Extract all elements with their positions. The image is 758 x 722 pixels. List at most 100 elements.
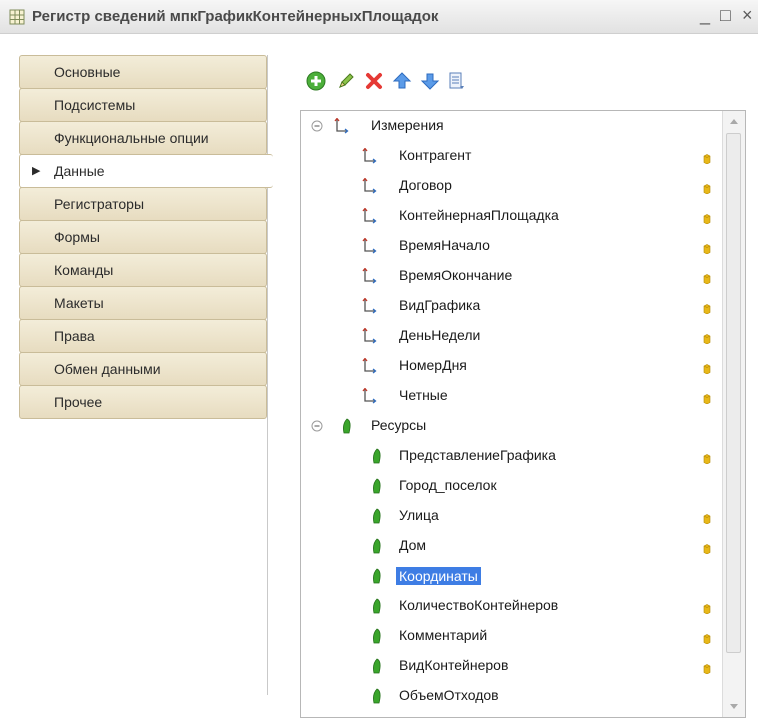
- tree-item-resource[interactable]: ВидКонтейнеров: [301, 651, 721, 681]
- sidebar-nav: Основные Подсистемы Функциональные опции ▶ Д…: [19, 55, 273, 419]
- scrollbar-thumb[interactable]: [726, 133, 741, 653]
- tree-item-dimension-label: НомерДня: [399, 357, 467, 373]
- sidebar-item-1[interactable]: Основные: [19, 55, 267, 89]
- nav-divider: [267, 55, 268, 695]
- tree-item-dimension-label: КонтейнернаяПлощадка: [399, 207, 559, 223]
- resource-icon: [373, 658, 381, 674]
- sidebar-item-2[interactable]: Подсистемы: [19, 88, 267, 122]
- dimension-icon: [362, 358, 377, 374]
- indexed-flag-icon: [703, 634, 711, 644]
- window-title-bar[interactable]: Регистр сведений мпкГрафикКонтейнерныхПл…: [0, 0, 758, 34]
- resource-icon: [373, 688, 381, 704]
- tree-item-resource-label: Город_поселок: [399, 477, 497, 493]
- sidebar-item-label: Основные: [54, 64, 121, 80]
- dimension-icon: [362, 148, 377, 164]
- indexed-flag-icon: [703, 364, 711, 374]
- tree-group-resources-label: Ресурсы: [371, 417, 427, 433]
- collapse-icon[interactable]: [311, 120, 323, 132]
- tree-item-resource[interactable]: Комментарий: [301, 621, 721, 651]
- edit-icon[interactable]: [335, 70, 357, 92]
- dimension-icon: [362, 298, 377, 314]
- minimize-button[interactable]: _: [700, 5, 710, 25]
- dimension-icon: [362, 328, 377, 344]
- tree-item-resource[interactable]: Улица: [301, 501, 721, 531]
- move-down-icon[interactable]: [419, 70, 441, 92]
- resource-icon: [373, 628, 381, 644]
- tree-item-dimension[interactable]: ВремяОкончание: [301, 261, 721, 291]
- window-title: Регистр сведений мпкГрафикКонтейнерныхПл…: [32, 8, 439, 25]
- tree-item-dimension-label: Договор: [399, 177, 452, 193]
- indexed-flag-icon: [703, 304, 711, 314]
- tree-item-resource[interactable]: ПредставлениеГрафика: [301, 441, 721, 471]
- list-icon[interactable]: [445, 70, 467, 92]
- resource-icon: [373, 568, 381, 584]
- sidebar-item-label: Подсистемы: [54, 97, 136, 113]
- tree-item-dimension[interactable]: КонтейнернаяПлощадка: [301, 201, 721, 231]
- resource-icon: [373, 478, 381, 494]
- tree-item-resource-label: ПредставлениеГрафика: [399, 447, 556, 463]
- dimension-icon: [362, 178, 377, 194]
- resource-icon: [373, 598, 381, 614]
- sidebar-item-6[interactable]: Формы: [19, 220, 267, 254]
- tree-item-resource-label: Улица: [399, 507, 439, 523]
- tree-item-resource-label: КоличествоКонтейнеров: [399, 597, 559, 613]
- indexed-flag-icon: [703, 604, 711, 614]
- tree-item-resource[interactable]: Дом: [301, 531, 721, 561]
- sidebar-item-label: Прочее: [54, 394, 103, 410]
- tree-item-dimension[interactable]: НомерДня: [301, 351, 721, 381]
- tree-item-resource-label: Дом: [399, 537, 427, 553]
- scroll-down-icon[interactable]: [723, 695, 745, 717]
- indexed-flag-icon: [703, 334, 711, 344]
- tree-item-dimension-label: ВидГрафика: [399, 297, 481, 313]
- sidebar-item-label: Права: [54, 328, 95, 344]
- add-icon[interactable]: [305, 70, 327, 92]
- indexed-flag-icon: [703, 274, 711, 284]
- tree-item-dimension-label: ВремяНачало: [399, 237, 490, 253]
- sidebar-item-3[interactable]: Функциональные опции: [19, 121, 267, 155]
- scroll-up-icon[interactable]: [723, 111, 745, 133]
- tree-group-dimensions[interactable]: Измерения: [301, 111, 721, 141]
- tree-group-dimensions-label: Измерения: [371, 117, 444, 133]
- vertical-scrollbar[interactable]: [722, 111, 745, 717]
- tree-item-resource[interactable]: КоличествоКонтейнеров: [301, 591, 721, 621]
- tree-item-resource[interactable]: ОбъемОтходов: [301, 681, 721, 711]
- move-up-icon[interactable]: [391, 70, 413, 92]
- tree-item-dimension[interactable]: Договор: [301, 171, 721, 201]
- sidebar-item-label: Обмен данными: [54, 361, 161, 377]
- maximize-button[interactable]: □: [720, 5, 731, 25]
- sidebar-item-8[interactable]: Макеты: [19, 286, 267, 320]
- dimension-icon: [362, 388, 377, 404]
- tree-item-dimension[interactable]: Контрагент: [301, 141, 721, 171]
- tree-item-resource[interactable]: Город_поселок: [301, 471, 721, 501]
- tree-item-dimension[interactable]: ВидГрафика: [301, 291, 721, 321]
- resource-icon: [373, 538, 381, 554]
- sidebar-item-9[interactable]: Права: [19, 319, 267, 353]
- sidebar-item-11[interactable]: Прочее: [19, 385, 267, 419]
- sidebar-item-7[interactable]: Команды: [19, 253, 267, 287]
- tree-group-attributes[interactable]: Реквизиты: [301, 711, 721, 717]
- sidebar-item-5[interactable]: Регистраторы: [19, 187, 267, 221]
- delete-icon[interactable]: [363, 70, 385, 92]
- sidebar-item-label: Формы: [54, 229, 100, 245]
- register-icon: [9, 9, 25, 25]
- resource-icon: [343, 418, 351, 434]
- dimension-icon: [334, 118, 349, 134]
- structure-tree[interactable]: Измерения Контрагент Договор КонтейнернаяПл…: [300, 110, 746, 718]
- sidebar-item-10[interactable]: Обмен данными: [19, 352, 267, 386]
- close-button[interactable]: ×: [742, 5, 753, 25]
- collapse-icon[interactable]: [311, 420, 323, 432]
- tree-item-dimension[interactable]: ВремяНачало: [301, 231, 721, 261]
- tree-item-dimension-label: ДеньНедели: [399, 327, 481, 343]
- tree-item-resource[interactable]: Координаты: [301, 561, 721, 591]
- indexed-flag-icon: [703, 664, 711, 674]
- tree-group-resources[interactable]: Ресурсы: [301, 411, 721, 441]
- indexed-flag-icon: [703, 214, 711, 224]
- tree-item-resource-label: ОбъемОтходов: [399, 687, 499, 703]
- tree-item-dimension[interactable]: Четные: [301, 381, 721, 411]
- tree-item-dimension[interactable]: ДеньНедели: [301, 321, 721, 351]
- tree-item-resource-label: Комментарий: [399, 627, 488, 643]
- sidebar-item-label: Данные: [54, 163, 105, 179]
- tree-item-dimension-label: ВремяОкончание: [399, 267, 513, 283]
- indexed-flag-icon: [703, 544, 711, 554]
- sidebar-item-4[interactable]: ▶ Данные: [19, 154, 273, 188]
